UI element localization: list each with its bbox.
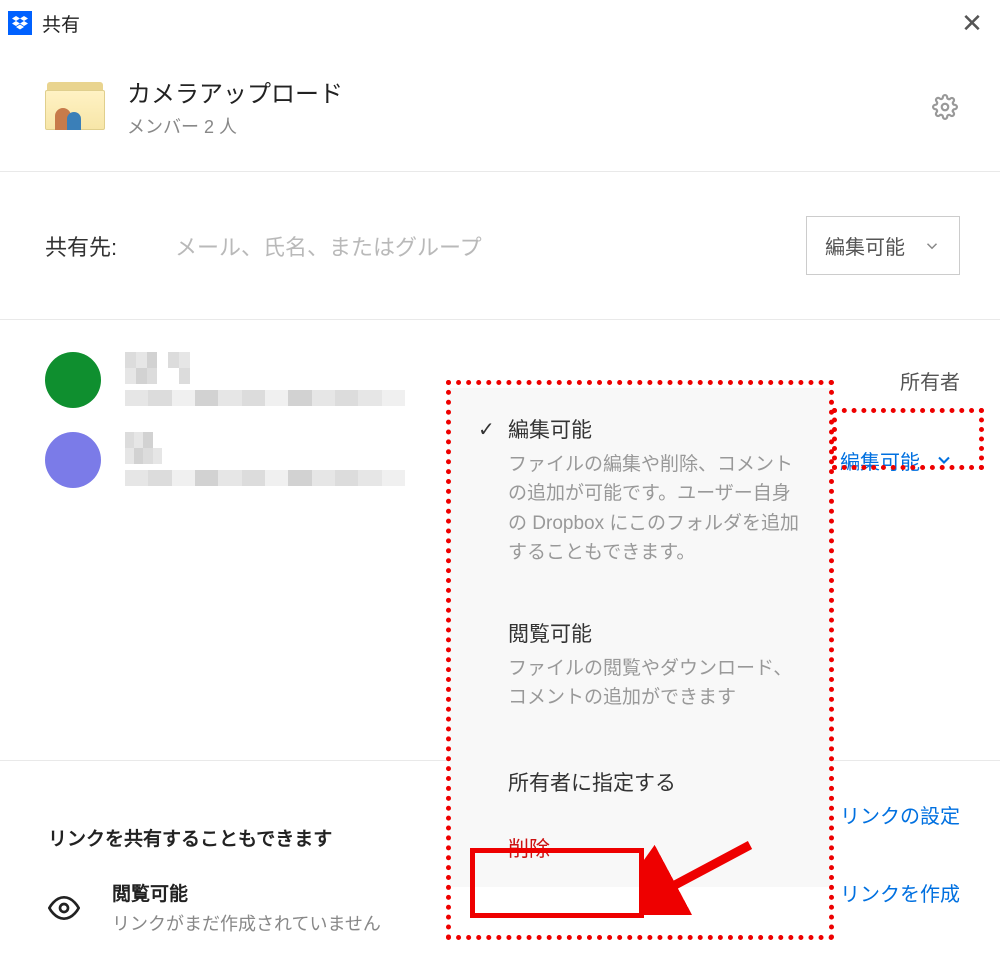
shared-folder-icon [45, 82, 105, 132]
chevron-down-icon [934, 450, 954, 470]
link-create-button[interactable]: リンクを作成 [840, 878, 960, 907]
popup-option-can-edit[interactable]: ✓ 編集可能 ファイルの編集や削除、コメントの追加が可能です。ユーザー自身の D… [450, 400, 830, 582]
member-role-dropdown[interactable]: 編集可能 [840, 446, 960, 475]
link-row: 閲覧可能 リンクがまだ作成されていません [48, 879, 960, 936]
folder-name: カメラアップロード [127, 74, 930, 109]
dropbox-icon [8, 11, 32, 35]
link-settings-button[interactable]: リンクの設定 [840, 800, 960, 829]
permission-popup: ✓ 編集可能 ファイルの編集や削除、コメントの追加が可能です。ユーザー自身の D… [450, 388, 830, 887]
popup-option-title: 編集可能 [508, 414, 592, 444]
titlebar: 共有 ✕ [0, 0, 1000, 46]
folder-member-count: メンバー 2 人 [127, 113, 930, 139]
member-role-owner: 所有者 [900, 366, 960, 395]
folder-header: カメラアップロード メンバー 2 人 [0, 46, 1000, 171]
avatar [45, 432, 101, 488]
popup-option-title: 閲覧可能 [508, 618, 592, 648]
popup-option-make-owner[interactable]: 所有者に指定する [450, 749, 830, 815]
avatar [45, 352, 101, 408]
window-title: 共有 [42, 10, 80, 37]
popup-option-title: 削除 [508, 838, 550, 861]
permission-select-label: 編集可能 [825, 231, 905, 260]
eye-icon [48, 892, 84, 924]
close-button[interactable]: ✕ [952, 3, 992, 43]
member-role-label: 編集可能 [840, 446, 920, 475]
permission-select[interactable]: 編集可能 [806, 216, 960, 275]
popup-option-desc: ファイルの閲覧やダウンロード、コメントの追加ができます [508, 654, 802, 713]
link-view-desc: リンクがまだ作成されていません [112, 910, 381, 936]
popup-option-can-view[interactable]: 閲覧可能 ファイルの閲覧やダウンロード、コメントの追加ができます [450, 604, 830, 727]
popup-option-title: 所有者に指定する [508, 772, 676, 795]
popup-option-remove[interactable]: 削除 [450, 815, 830, 881]
chevron-down-icon [923, 237, 941, 255]
share-input[interactable]: メール、氏名、またはグループ [145, 230, 806, 262]
share-to-label: 共有先: [45, 230, 145, 262]
share-to-row: 共有先: メール、氏名、またはグループ 編集可能 [0, 172, 1000, 319]
popup-option-desc: ファイルの編集や削除、コメントの追加が可能です。ユーザー自身の Dropbox … [508, 450, 802, 568]
link-view-title: 閲覧可能 [112, 879, 381, 906]
settings-button[interactable] [930, 92, 960, 122]
checkmark-icon: ✓ [478, 417, 508, 442]
